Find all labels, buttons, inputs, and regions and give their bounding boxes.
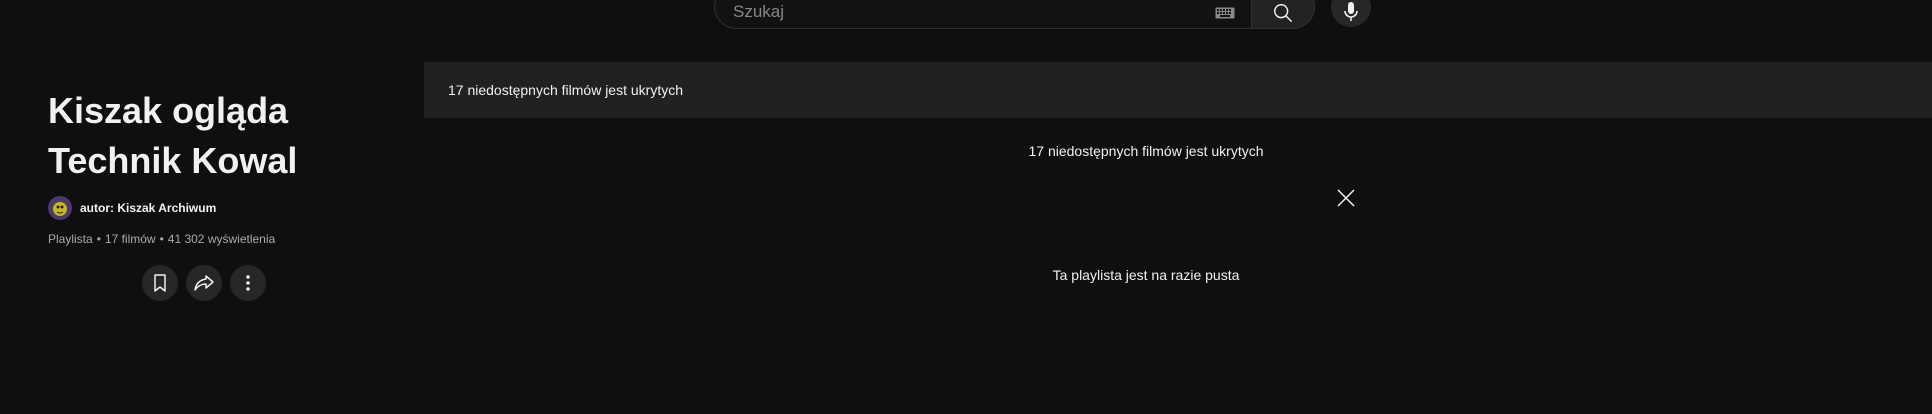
playlist-meta: Playlista • 17 filmów • 41 302 wyświetle… [48,232,348,246]
voice-search-button[interactable] [1331,0,1371,27]
owner-label[interactable]: autor: Kiszak Archiwum [80,201,216,215]
hidden-videos-banner: 17 niedostępnych filmów jest ukrytych [424,62,1932,118]
save-playlist-button[interactable] [142,265,178,301]
share-icon [194,275,214,291]
search-icon [1274,3,1292,22]
playlist-title-line2: Technik Kowal [48,140,298,181]
microphone-icon [1344,1,1358,21]
close-icon [1337,189,1355,207]
meta-separator: • [159,232,164,246]
avatar[interactable] [48,196,72,220]
playlist-title-line1: Kiszak ogląda [48,90,289,131]
playlist-actions [142,265,266,301]
search-bar [714,0,1371,29]
more-actions-button[interactable] [230,265,266,301]
hidden-videos-notice: 17 niedostępnych filmów jest ukrytych [1028,143,1264,159]
share-button[interactable] [186,265,222,301]
keyboard-icon[interactable] [1215,7,1235,19]
playlist-type: Playlista [48,232,93,246]
search-box[interactable] [714,0,1251,29]
video-count: 17 filmów [104,232,156,246]
playlist-title: Kiszak ogląda Technik Kowal [48,86,348,186]
search-button[interactable] [1251,0,1315,29]
search-input[interactable] [731,0,1215,23]
save-icon [154,274,166,292]
meta-separator: • [96,232,101,246]
more-vertical-icon [246,275,250,291]
hidden-videos-banner-text: 17 niedostępnych filmów jest ukrytych [448,82,683,98]
owner-row: autor: Kiszak Archiwum [48,196,348,220]
playlist-header: Kiszak ogląda Technik Kowal autor: Kisza… [48,86,348,246]
close-notice-button[interactable] [1334,186,1358,210]
view-count: 41 302 wyświetlenia [167,232,276,246]
empty-playlist-message: Ta playlista jest na razie pusta [1052,267,1240,283]
